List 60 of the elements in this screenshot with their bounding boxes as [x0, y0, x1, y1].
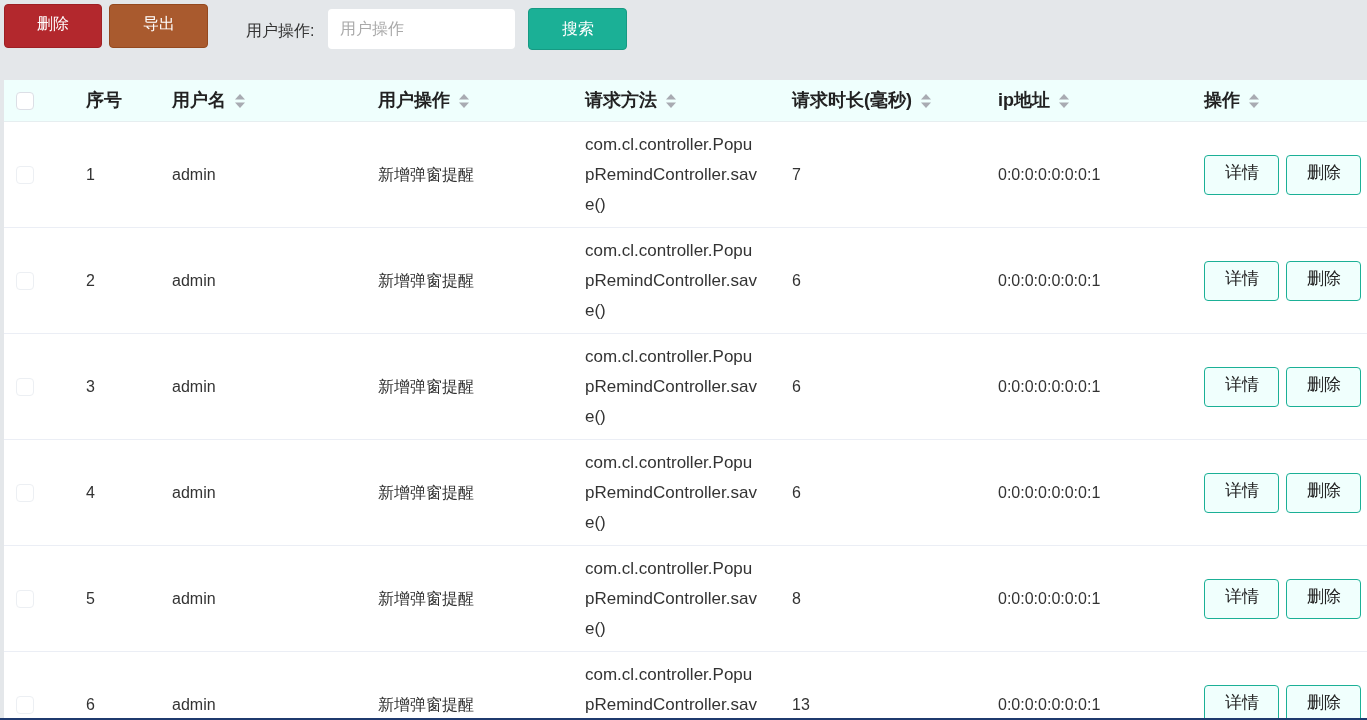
delete-button[interactable]: 删除 [1286, 578, 1361, 619]
table-cell-text: com.cl.controller.PopupRemindController.save() [585, 240, 758, 322]
table-cell: 新增弹窗提醒 [378, 271, 474, 289]
details-button[interactable]: 详情 [1204, 154, 1279, 195]
table-cell: 3 [86, 377, 95, 395]
table-cell: 2 [86, 271, 95, 289]
table-cell: 6 [86, 695, 95, 713]
checkbox[interactable] [16, 91, 34, 110]
table-cell: 新增弹窗提醒 [378, 695, 474, 713]
column-header[interactable]: 序号 [86, 87, 122, 114]
table-cell: 0:0:0:0:0:0:0:1 [998, 271, 1101, 289]
column-header[interactable]: 请求时长(毫秒) [792, 87, 912, 114]
table-cell: 8 [792, 589, 801, 607]
table-cell: 5 [86, 589, 95, 607]
table-cell-text: com.cl.controller.PopupRemindController.save() [585, 452, 758, 534]
details-button[interactable]: 详情 [1204, 260, 1279, 301]
table-cell: 新增弹窗提醒 [378, 165, 474, 183]
table-cell: 4 [86, 483, 95, 501]
details-button[interactable]: 详情 [1204, 578, 1279, 619]
search-field[interactable]: 用户操作 [328, 9, 516, 49]
table-cell-text: com.cl.controller.PopupRemindController.save() [585, 134, 758, 216]
table-cell: 0:0:0:0:0:0:0:1 [998, 377, 1101, 395]
table-cell: 13 [792, 695, 810, 713]
table-cell: 0:0:0:0:0:0:0:1 [998, 695, 1101, 713]
table-cell: 6 [792, 271, 801, 289]
details-button[interactable]: 详情 [1204, 366, 1279, 407]
delete-button[interactable]: 删除 [1286, 472, 1361, 513]
table-cell: admin [172, 695, 216, 713]
delete-button[interactable]: 删除 [1286, 154, 1361, 195]
table-cell: 6 [792, 377, 801, 395]
delete-button[interactable]: 删除 [1286, 366, 1361, 407]
table-cell: 新增弹窗提醒 [378, 483, 474, 501]
table-cell: admin [172, 377, 216, 395]
delete-button[interactable]: 删除 [4, 4, 102, 48]
column-header[interactable]: 操作 [1204, 87, 1240, 114]
column-header[interactable]: 请求方法 [585, 87, 657, 114]
table-cell: 新增弹窗提醒 [378, 589, 474, 607]
table-cell-text: com.cl.controller.PopupRemindController.save() [585, 558, 758, 640]
table-cell: 0:0:0:0:0:0:0:1 [998, 589, 1101, 607]
table-cell-text: com.cl.controller.PopupRemindController.save() [585, 346, 758, 428]
table-cell: 0:0:0:0:0:0:0:1 [998, 483, 1101, 501]
table-cell: 1 [86, 165, 95, 183]
search-label: 用户操作: [246, 21, 315, 41]
table-cell-text: com.cl.controller.PopupRemindController.sav [585, 664, 758, 716]
table-cell: admin [172, 165, 216, 183]
export-button[interactable]: 导出 [109, 4, 208, 48]
table-cell: admin [172, 271, 216, 289]
table-cell: admin [172, 483, 216, 501]
table-cell: admin [172, 589, 216, 607]
table-cell: 6 [792, 483, 801, 501]
table-cell: 新增弹窗提醒 [378, 377, 474, 395]
table-cell: 7 [792, 165, 801, 183]
delete-button[interactable]: 删除 [1286, 260, 1361, 301]
delete-button[interactable]: 删除 [1286, 684, 1361, 720]
table-cell: 0:0:0:0:0:0:0:1 [998, 165, 1101, 183]
details-button[interactable]: 详情 [1204, 472, 1279, 513]
column-header[interactable]: 用户名 [172, 87, 226, 114]
column-header[interactable]: 用户操作 [378, 87, 450, 114]
column-header[interactable]: ip地址 [998, 87, 1050, 114]
details-button[interactable]: 详情 [1204, 684, 1279, 720]
